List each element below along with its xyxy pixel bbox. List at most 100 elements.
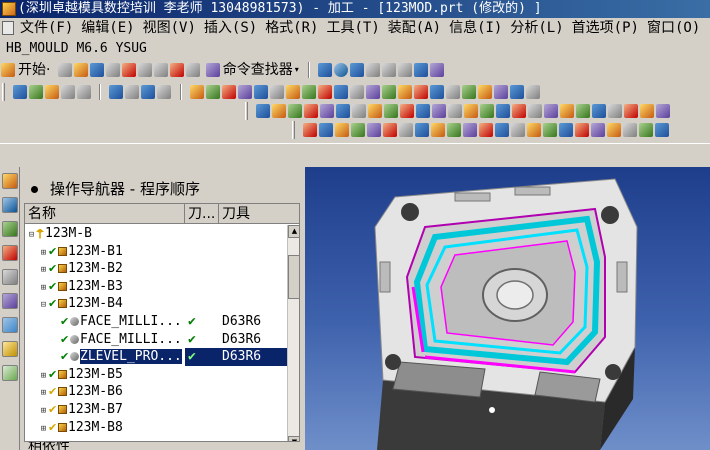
- expand-icon[interactable]: ⊞: [39, 280, 48, 296]
- create-program-icon[interactable]: [256, 104, 271, 118]
- extend-icon[interactable]: [607, 123, 622, 137]
- rest-mill-icon[interactable]: [528, 104, 543, 118]
- cut-object-icon[interactable]: [413, 85, 428, 99]
- part-icon[interactable]: [624, 104, 639, 118]
- delete-icon[interactable]: [169, 63, 184, 77]
- expand-icon[interactable]: ⊞: [39, 368, 48, 384]
- ejector-icon[interactable]: [383, 123, 398, 137]
- snap-midpoint-icon[interactable]: [205, 85, 220, 99]
- paste-icon[interactable]: [153, 63, 168, 77]
- menu-view[interactable]: 视图(V): [139, 18, 200, 39]
- standard-part-icon[interactable]: [495, 123, 510, 137]
- text-mill-icon[interactable]: [544, 104, 559, 118]
- engrave-icon[interactable]: [560, 104, 575, 118]
- filter-icon[interactable]: [13, 85, 28, 99]
- start-button[interactable]: 开始·: [18, 59, 50, 81]
- snap-center-icon[interactable]: [221, 85, 236, 99]
- wireframe-icon[interactable]: [366, 63, 381, 77]
- help-icon[interactable]: [655, 123, 670, 137]
- shop-doc-icon[interactable]: [349, 85, 364, 99]
- insert-icon[interactable]: [447, 123, 462, 137]
- expand-icon[interactable]: ⊞: [39, 245, 48, 261]
- generate-toolpath-icon[interactable]: [285, 85, 300, 99]
- info-icon[interactable]: [525, 85, 540, 99]
- program-row[interactable]: ⊞ ✔ 123M-B8: [25, 419, 287, 437]
- history-icon[interactable]: [2, 317, 18, 333]
- slider-icon[interactable]: [367, 123, 382, 137]
- program-row[interactable]: ⊞ ✔ 123M-B2: [25, 260, 287, 278]
- menu-analysis[interactable]: 分析(L): [506, 18, 567, 39]
- wcs-icon[interactable]: [509, 85, 524, 99]
- program-row[interactable]: ⊞ ✔ 123M-B3: [25, 278, 287, 296]
- gate-icon[interactable]: [415, 123, 430, 137]
- cut-icon[interactable]: [121, 63, 136, 77]
- program-row[interactable]: ⊞ ✔ 123M-B7: [25, 401, 287, 419]
- core-icon[interactable]: [335, 123, 350, 137]
- start-icon[interactable]: [1, 63, 15, 77]
- geometry-view-icon[interactable]: [77, 85, 92, 99]
- streamline-icon[interactable]: [512, 104, 527, 118]
- cut-area-icon[interactable]: [656, 104, 671, 118]
- scroll-thumb[interactable]: [288, 255, 299, 299]
- new-file-icon[interactable]: [57, 63, 72, 77]
- column-tool[interactable]: 刀具: [219, 204, 299, 224]
- menu-edit[interactable]: 编辑(E): [77, 18, 138, 39]
- output-cls-icon[interactable]: [365, 85, 380, 99]
- verify-icon[interactable]: [317, 85, 332, 99]
- program-row[interactable]: ⊞ ✔ 123M-B1: [25, 243, 287, 261]
- probe-icon[interactable]: [576, 104, 591, 118]
- view-orient-icon[interactable]: [414, 63, 429, 77]
- program-view-icon[interactable]: [29, 85, 44, 99]
- chevron-down-icon[interactable]: ▾: [295, 59, 299, 81]
- mold-tool-icon[interactable]: [303, 123, 318, 137]
- contour-icon[interactable]: [480, 104, 495, 118]
- pin-icon[interactable]: [31, 186, 38, 193]
- create-tool-icon[interactable]: [272, 104, 287, 118]
- postprocess-icon[interactable]: [333, 85, 348, 99]
- column-name[interactable]: 名称: [25, 204, 185, 224]
- menu-insert[interactable]: 插入(S): [200, 18, 261, 39]
- create-method-icon[interactable]: [304, 104, 319, 118]
- ipw-icon[interactable]: [592, 104, 607, 118]
- thread-icon[interactable]: [464, 104, 479, 118]
- method-view-icon[interactable]: [61, 85, 76, 99]
- paste-object-icon[interactable]: [445, 85, 460, 99]
- snap-view-icon[interactable]: [430, 63, 445, 77]
- operation-row[interactable]: ✔ FACE_MILLI... ✔ D63R6: [25, 331, 287, 349]
- snap-intersection-icon[interactable]: [269, 85, 284, 99]
- fixed-contour-icon[interactable]: [368, 104, 383, 118]
- menu-tools[interactable]: 工具(T): [322, 18, 383, 39]
- constraint-navigator-icon[interactable]: [2, 197, 18, 213]
- undo-icon[interactable]: [185, 63, 200, 77]
- program-row[interactable]: ⊞ ✔ 123M-B5: [25, 366, 287, 384]
- trim-icon[interactable]: [575, 123, 590, 137]
- roles-icon[interactable]: [2, 365, 18, 381]
- graphics-window[interactable]: [305, 167, 710, 450]
- lifter-icon[interactable]: [463, 123, 478, 137]
- replay-icon[interactable]: [301, 85, 316, 99]
- open-folder-icon[interactable]: [73, 63, 88, 77]
- cavity-mill-icon[interactable]: [336, 104, 351, 118]
- operation-row[interactable]: ✔ FACE_MILLI... ✔ D63R6: [25, 313, 287, 331]
- system-materials-icon[interactable]: [2, 341, 18, 357]
- menu-preferences[interactable]: 首选项(P): [568, 18, 643, 39]
- copy-icon[interactable]: [137, 63, 152, 77]
- drawing-icon[interactable]: [543, 123, 558, 137]
- create-operation-icon[interactable]: [320, 104, 335, 118]
- menu-information[interactable]: 信息(I): [445, 18, 506, 39]
- select-faces-icon[interactable]: [141, 85, 156, 99]
- program-row[interactable]: ⊟ ✔ 123M-B4: [25, 295, 287, 313]
- dependencies-panel[interactable]: 相依性: [24, 441, 300, 450]
- patch-icon[interactable]: [591, 123, 606, 137]
- rotate-icon[interactable]: [334, 63, 349, 77]
- plugin-menu-line[interactable]: HB_MOULD M6.6 YSUG: [0, 39, 710, 59]
- snap-endpoint-icon[interactable]: [189, 85, 204, 99]
- face-mill-icon[interactable]: [384, 104, 399, 118]
- menu-file[interactable]: 文件(F): [16, 18, 77, 39]
- expand-icon[interactable]: ⊞: [39, 385, 48, 401]
- collapse-icon[interactable]: ⊟: [27, 227, 36, 243]
- save-icon[interactable]: [89, 63, 104, 77]
- menu-assemblies[interactable]: 装配(A): [384, 18, 445, 39]
- web-browser-icon[interactable]: [2, 293, 18, 309]
- measure-icon[interactable]: [477, 85, 492, 99]
